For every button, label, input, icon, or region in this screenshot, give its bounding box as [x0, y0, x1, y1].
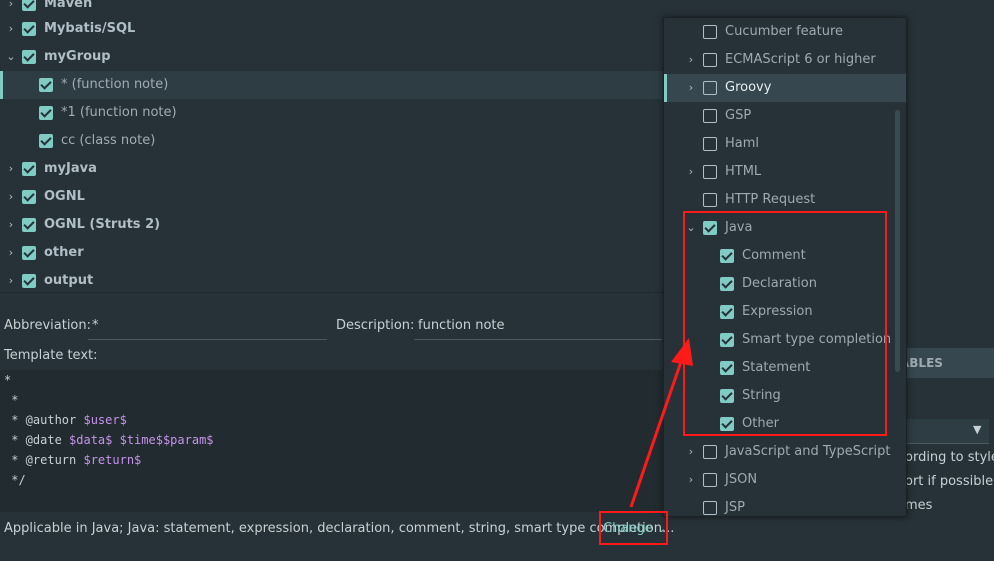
annotation-arrow-icon — [629, 338, 693, 508]
